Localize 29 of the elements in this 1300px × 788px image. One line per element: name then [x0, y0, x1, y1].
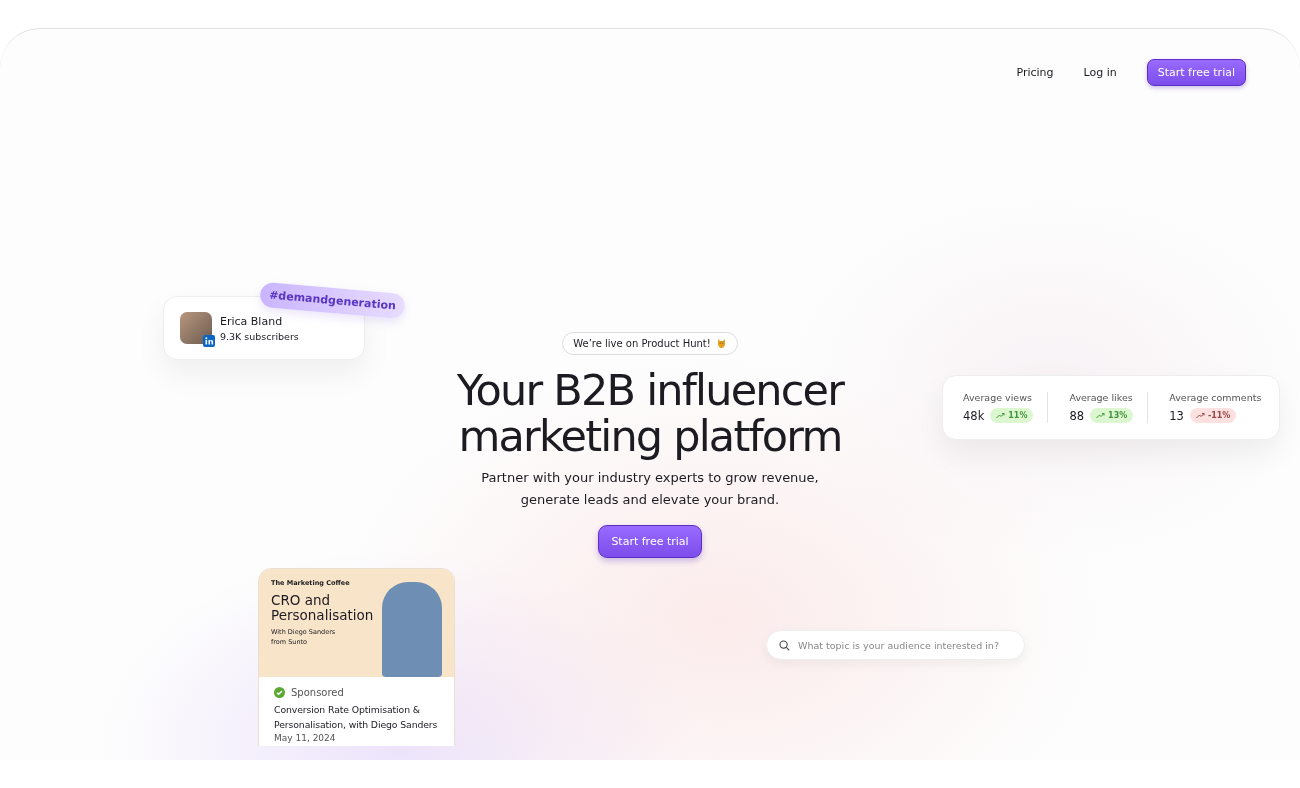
post-date: May 11, 2024 — [274, 733, 337, 744]
stat-label: Average likes — [1069, 392, 1134, 403]
topic-search-field[interactable]: What topic is your audience interested in? — [766, 630, 1025, 660]
stat-label: Average views — [963, 392, 1033, 403]
post-title: Conversion Rate Optimisation & Personalisation, with Diego Sanders — [274, 703, 439, 732]
hero-subtitle: Partner with your industry experts to grow revenue, generate leads and elevate your brand. — [481, 469, 819, 509]
check-icon — [274, 687, 285, 698]
subscriber-count: 9.3K subscribers — [220, 330, 299, 342]
stat-value: 13 — [1169, 408, 1184, 423]
stat-value: 88 — [1069, 408, 1085, 423]
announcement-badge[interactable]: We’re live on Product Hunt! — [562, 332, 738, 355]
change-badge: 11% — [990, 408, 1034, 423]
linkedin-icon — [203, 335, 215, 347]
change-badge: 13% — [1090, 408, 1134, 423]
search-icon — [779, 640, 790, 651]
start-trial-button[interactable]: Start free trial — [1146, 59, 1246, 86]
nav-link[interactable]: Log in — [1079, 64, 1121, 81]
banner-title: CRO and Personalisation — [271, 593, 375, 623]
cat-icon — [715, 338, 727, 349]
change-badge: -11% — [1189, 408, 1237, 423]
nav-link[interactable]: Pricing — [1012, 64, 1058, 81]
trend-up-icon — [1195, 412, 1205, 419]
start-trial-button[interactable]: Start free trial — [598, 525, 702, 558]
trend-up-icon — [996, 412, 1006, 419]
sponsored-label: Sponsored — [291, 687, 344, 698]
hero-headline: Your B2B influencer marketing platform — [456, 367, 844, 459]
stat-value: 48k — [963, 408, 985, 423]
trend-up-icon — [1096, 412, 1106, 419]
stat-label: Average comments — [1169, 392, 1262, 403]
